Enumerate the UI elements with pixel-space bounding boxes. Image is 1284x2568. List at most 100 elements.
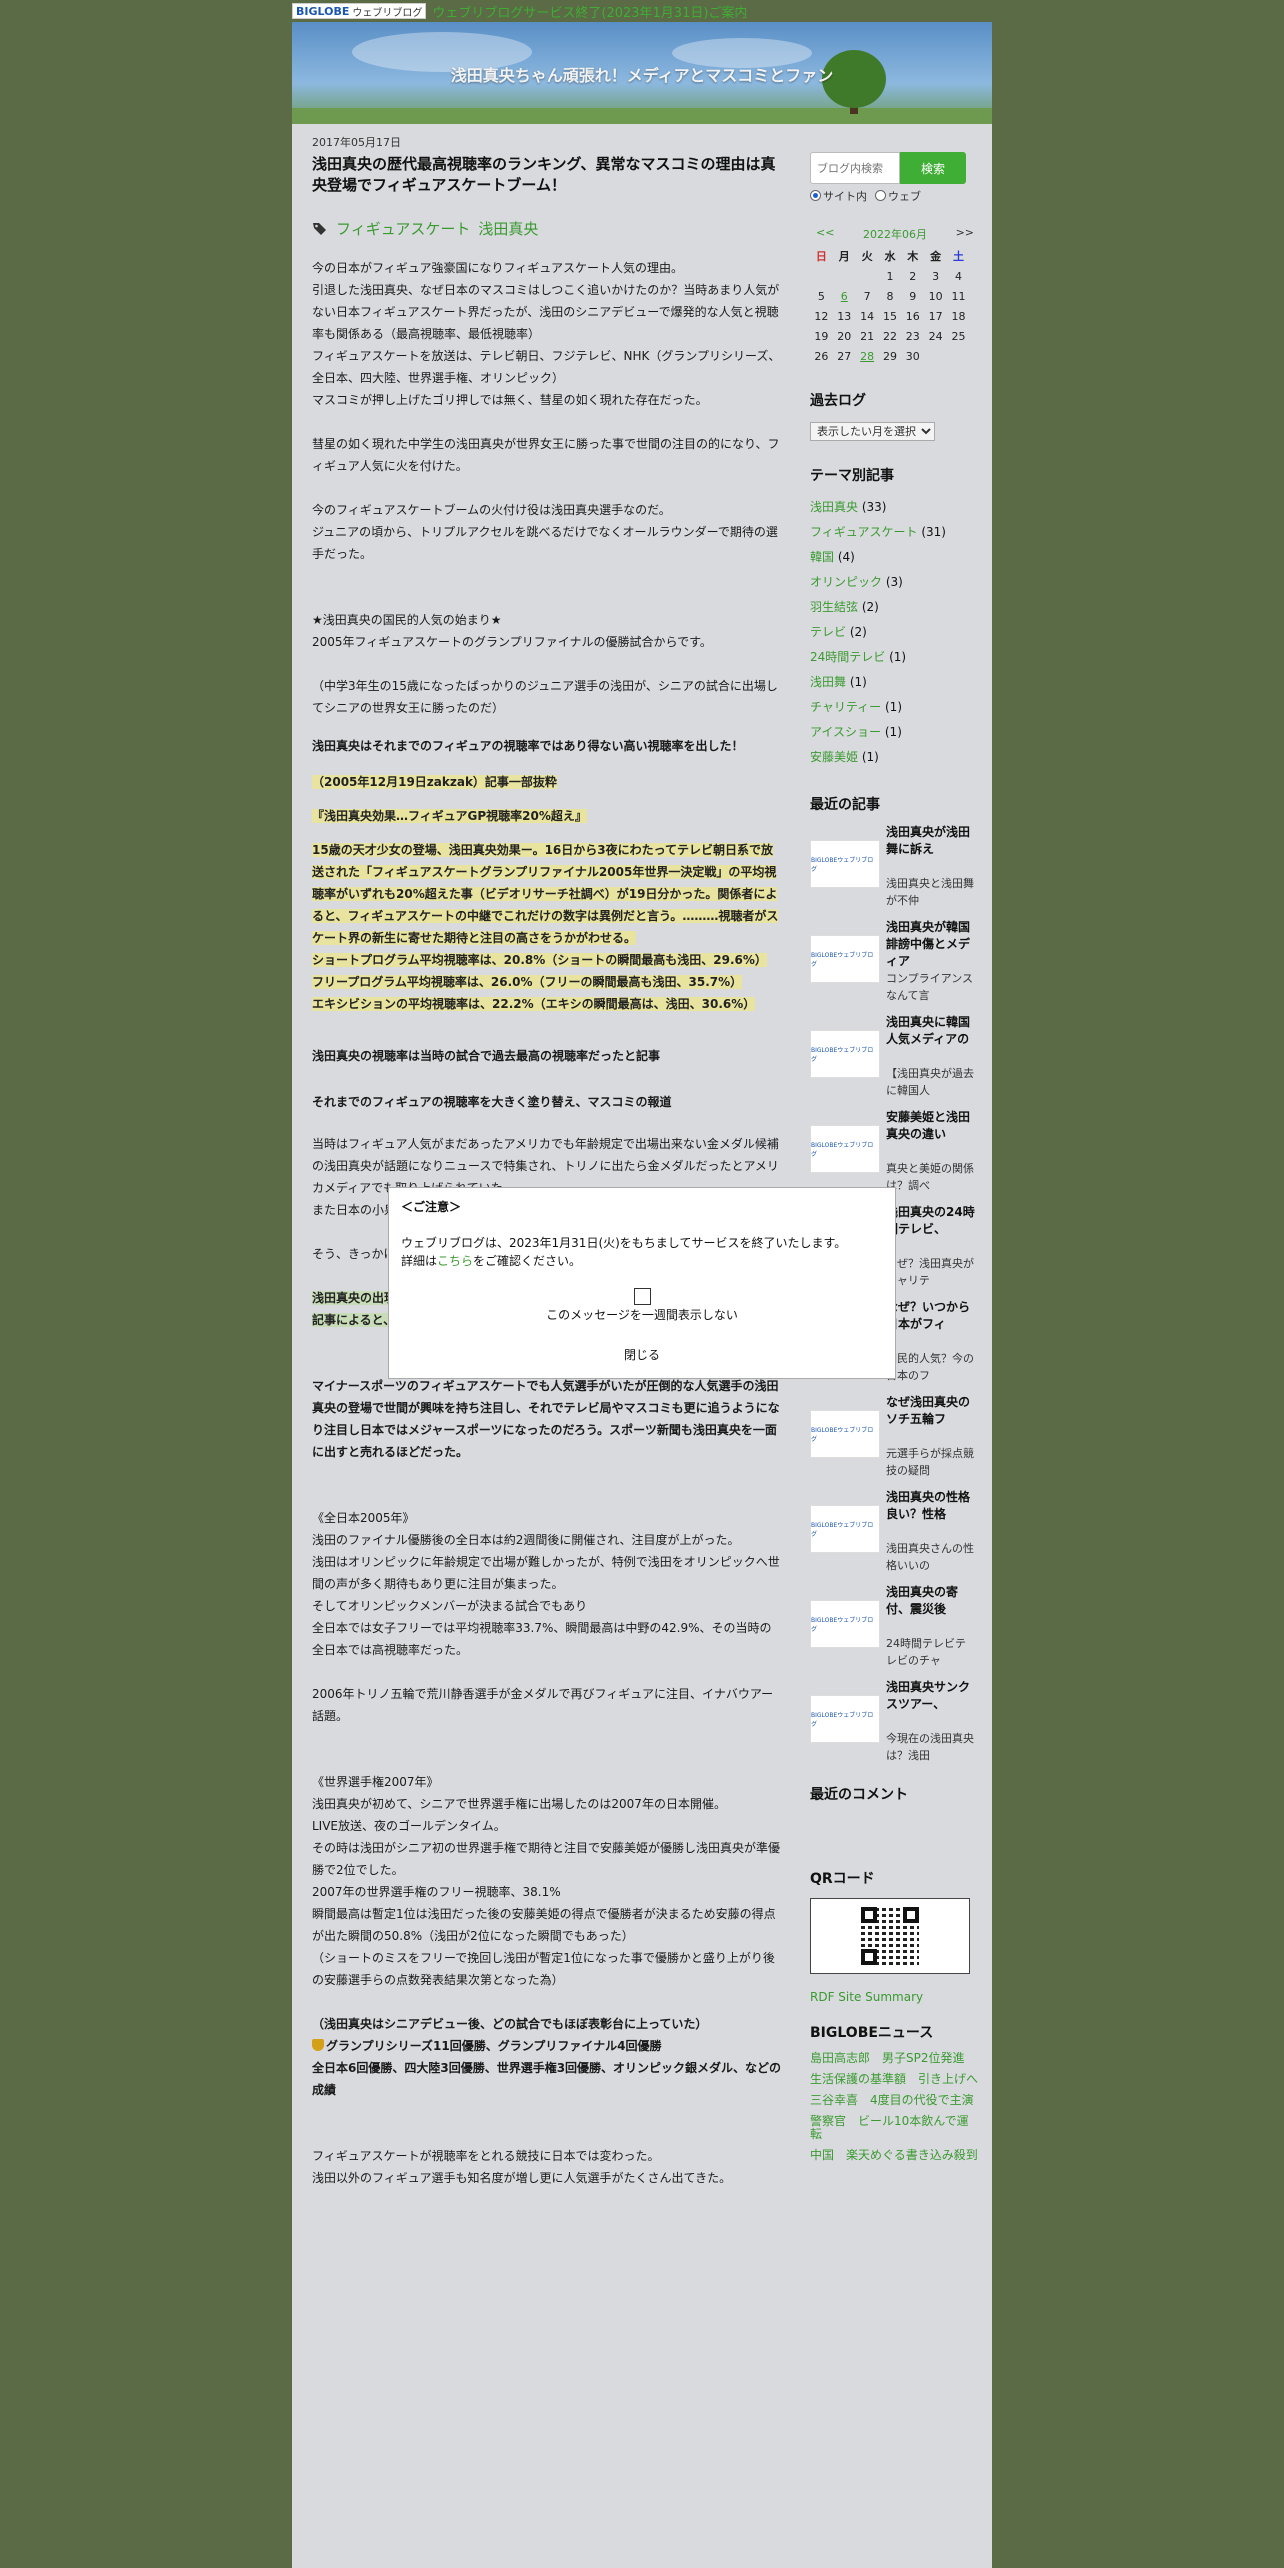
comments-heading: 最近のコメント: [810, 1787, 908, 1803]
tag-link-figure-skating[interactable]: フィギュアスケート: [336, 218, 470, 239]
day-header: 日: [815, 250, 827, 263]
theme-item: フィギュアスケート (31): [810, 520, 980, 545]
recent-summary: 24時間テレビテレビのチャ: [886, 1637, 966, 1667]
recent-title[interactable]: 浅田真央の寄付、震災後: [886, 1584, 976, 1635]
recent-item[interactable]: BIGLOBEウェブリブログ 浅田真央が浅田舞に訴え 浅田真央と浅田舞が不仲: [810, 824, 980, 919]
calendar-month[interactable]: 2022年06月: [863, 226, 927, 242]
recent-item[interactable]: BIGLOBEウェブリブログ 浅田真央の寄付、震災後 24時間テレビテレビのチャ: [810, 1584, 980, 1679]
theme-link[interactable]: 浅田舞: [810, 675, 846, 689]
orange-heading: それまでのフィギュアの視聴率を大きく塗り替え、マスコミの報道: [312, 1095, 672, 1109]
recent-item[interactable]: BIGLOBEウェブリブログ 浅田真央の性格良い？性格 浅田真央さんの性格いいの: [810, 1489, 980, 1584]
theme-link[interactable]: 24時間テレビ: [810, 650, 885, 664]
radio-site[interactable]: サイト内: [810, 188, 867, 204]
paragraph: （ショートのミスをフリーで挽回し浅田が暫定1位になった事で優勝かと盛り上がり後の…: [312, 1951, 775, 1987]
recent-summary: 浅田真央さんの性格いいの: [886, 1542, 974, 1572]
search-scope: サイト内 ウェブ: [810, 188, 980, 204]
news-list: 島田高志郎 男子SP2位発進 生活保護の基準額 引き上げへ 三谷幸喜 4度目の代…: [810, 2052, 980, 2162]
recent-item[interactable]: BIGLOBEウェブリブログ 浅田真央が韓国誹謗中傷とメディア コンプライアンスなん…: [810, 919, 980, 1014]
calendar-week: 5 6 7 8 9 10 11: [810, 286, 970, 306]
theme-count: (1): [885, 700, 902, 714]
news-link[interactable]: 中国 楽天めぐる書き込み殺到: [810, 2149, 980, 2162]
biglobe-logo[interactable]: BIGLOBE ウェブリブログ: [292, 3, 427, 19]
calendar-day: 29: [882, 349, 897, 363]
theme-link[interactable]: アイスショー: [810, 725, 881, 739]
recent-title[interactable]: なぜ浅田真央のソチ五輪フ: [886, 1394, 976, 1445]
news-link[interactable]: 島田高志郎 男子SP2位発進: [810, 2052, 980, 2065]
recent-title[interactable]: 浅田真央に韓国人気メディアの: [886, 1014, 976, 1065]
theme-link[interactable]: 韓国: [810, 550, 834, 564]
theme-link[interactable]: テレビ: [810, 625, 846, 639]
modal-text: をご確認ください。: [473, 1254, 582, 1268]
calendar: 日 月 火 水 木 金 土 1234 5 6 7 8 9 10 11 12 13 14 15 16 1…: [810, 246, 970, 366]
theme-count: (1): [861, 750, 879, 764]
logo-text: BIGLOBE: [296, 4, 350, 18]
news-link[interactable]: 生活保護の基準額 引き上げへ: [810, 2073, 980, 2086]
calendar-day: 30: [905, 349, 920, 363]
theme-link[interactable]: オリンピック: [810, 575, 882, 589]
theme-count: (1): [889, 650, 907, 664]
qr-box: [810, 1898, 970, 1974]
recent-summary: 今現在の浅田真央は？浅田: [886, 1732, 974, 1762]
news-link[interactable]: 三谷幸喜 4度目の代役で主演: [810, 2094, 980, 2107]
recent-title[interactable]: 浅田真央が浅田舞に訴え: [886, 824, 976, 875]
calendar-day: 1: [886, 269, 894, 283]
recent-title[interactable]: 浅田真央の性格良い？性格: [886, 1489, 976, 1540]
post-date: 2017年05月17日: [312, 136, 401, 149]
calendar-day: 8: [886, 289, 894, 303]
recent-summary: 【浅田真央が過去に韓国人: [886, 1067, 974, 1097]
calendar-day: 23: [905, 329, 920, 343]
radio-web[interactable]: ウェブ: [875, 188, 921, 204]
calendar-next[interactable]: >>: [956, 226, 974, 242]
calendar-week: 26 27 28 29 30: [810, 346, 970, 366]
theme-count: (1): [884, 725, 902, 739]
theme-link[interactable]: 羽生結弦: [810, 600, 858, 614]
search-input[interactable]: [810, 152, 900, 184]
blue-paragraph: （浅田真央はシニアデビュー後、どの試合でもほぼ表彰台に上っていた）: [312, 2017, 708, 2031]
recent-title[interactable]: 安藤美姫と浅田真央の違い: [886, 1109, 976, 1160]
calendar-day-link[interactable]: 28: [856, 346, 879, 366]
calendar-day: 10: [928, 289, 943, 303]
theme-link[interactable]: フィギュアスケート: [810, 525, 918, 539]
recent-heading: 最近の記事: [810, 797, 880, 813]
theme-count: (31): [921, 525, 946, 539]
ground-decoration: [292, 108, 992, 124]
rdf-link[interactable]: RDF Site Summary: [810, 1990, 980, 2004]
paragraph: 2007年の世界選手権のフリー視聴率、38.1%: [312, 1885, 561, 1899]
recent-summary: 国民的人気？今の日本のフ: [886, 1352, 974, 1382]
calendar-day: 4: [955, 269, 963, 283]
theme-link[interactable]: 安藤美姫: [810, 750, 858, 764]
paragraph: 浅田真央が初めて、シニアで世界選手権に出場したのは2007年の日本開催。: [312, 1797, 726, 1811]
archive-month-select[interactable]: 表示したい月を選択: [810, 422, 935, 441]
calendar-day-link[interactable]: 6: [833, 286, 856, 306]
recent-title[interactable]: なぜ？いつから日本がフィ: [886, 1299, 976, 1350]
recent-title[interactable]: 浅田真央の24時間テレビ、: [886, 1204, 976, 1255]
service-end-notice-link[interactable]: ウェブリブログサービス終了(2023年1月31日)ご案内: [432, 2, 747, 21]
blog-title[interactable]: 浅田真央ちゃん頑張れ！メディアとマスコミとファン: [292, 62, 992, 86]
recent-title[interactable]: 浅田真央が韓国誹謗中傷とメディア: [886, 919, 976, 970]
modal-details-link[interactable]: こちら: [437, 1254, 473, 1268]
thumbnail: BIGLOBEウェブリブログ: [810, 840, 880, 888]
post-tags: フィギュアスケート 浅田真央: [312, 218, 782, 239]
recent-item[interactable]: BIGLOBEウェブリブログ 浅田真央に韓国人気メディアの 【浅田真央が過去に韓国人: [810, 1014, 980, 1109]
theme-link[interactable]: 浅田真央: [810, 500, 858, 514]
calendar-prev[interactable]: <<: [816, 226, 834, 242]
recent-item[interactable]: BIGLOBEウェブリブログ 浅田真央サンクスツアー、 今現在の浅田真央は？浅田: [810, 1679, 980, 1774]
blue-text: グランプリシリーズ11回優勝、グランプリファイナル4回優勝: [326, 2039, 662, 2053]
recent-summary: 真央と美姫の関係は？調べ: [886, 1162, 974, 1192]
theme-link[interactable]: チャリティー: [810, 700, 881, 714]
quote-body: 15歳の天才少女の登場、浅田真央効果ー。16日から3夜にわたってテレビ朝日系で放…: [312, 843, 779, 945]
news-heading: BIGLOBEニュース: [810, 2025, 934, 2041]
tag-link-asada-mao[interactable]: 浅田真央: [478, 218, 538, 239]
paragraph: 浅田以外のフィギュア選手も知名度が増し更に人気選手がたくさん出てきた。: [312, 2171, 732, 2185]
thumbnail: BIGLOBEウェブリブログ: [810, 1030, 880, 1078]
hide-week-checkbox[interactable]: [634, 1288, 651, 1305]
recent-item[interactable]: BIGLOBEウェブリブログ なぜ浅田真央のソチ五輪フ 元選手らが採点競技の疑問: [810, 1394, 980, 1489]
hide-week-label[interactable]: このメッセージを一週間表示しない: [389, 1306, 895, 1323]
paragraph: 2006年トリノ五輪で荒川静香選手が金メダルで再びフィギュアに注目、イナバウアー…: [312, 1687, 774, 1723]
search-button[interactable]: 検索: [900, 152, 966, 184]
recent-title[interactable]: 浅田真央サンクスツアー、: [886, 1679, 976, 1730]
paragraph: ジュニアの頃から、トリプルアクセルを跳べるだけでなくオールラウンダーで期待の選手…: [312, 525, 778, 561]
news-link[interactable]: 警察官 ビール10本飲んで運転: [810, 2115, 980, 2141]
modal-close-button[interactable]: 閉じる: [389, 1346, 895, 1363]
calendar-day: 13: [837, 309, 852, 323]
